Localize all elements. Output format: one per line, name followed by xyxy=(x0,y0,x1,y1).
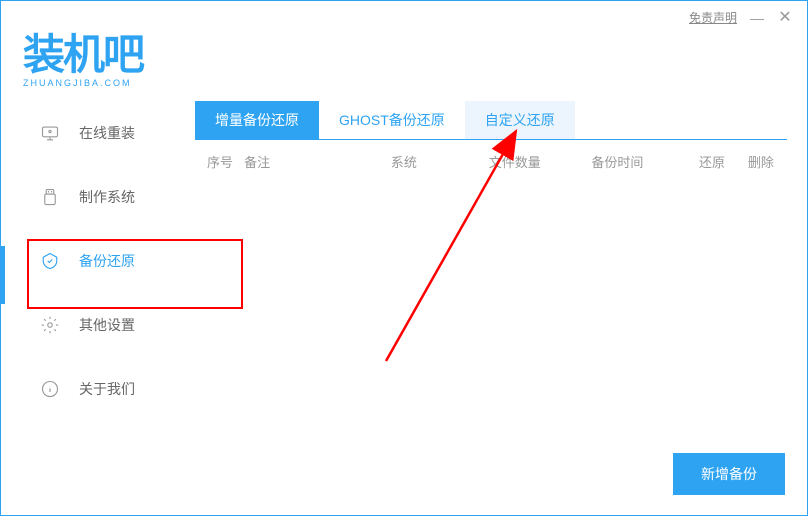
col-header-restore: 还原 xyxy=(699,152,748,171)
usb-icon xyxy=(41,188,59,206)
disclaimer-link[interactable]: 免责声明 xyxy=(689,9,737,26)
col-header-count: 文件数量 xyxy=(489,152,592,171)
sidebar-item-settings[interactable]: 其他设置 xyxy=(1,293,191,357)
tab-ghost[interactable]: GHOST备份还原 xyxy=(319,101,465,139)
sidebar-item-reinstall[interactable]: 在线重装 xyxy=(1,101,191,165)
col-header-note: 备注 xyxy=(244,152,391,171)
col-header-system: 系统 xyxy=(391,152,489,171)
col-header-time: 备份时间 xyxy=(591,152,699,171)
gear-icon xyxy=(41,316,59,334)
tab-incremental[interactable]: 增量备份还原 xyxy=(195,101,319,139)
logo-domain: ZHUANGJIBA.COM xyxy=(23,78,143,88)
monitor-icon xyxy=(41,124,59,142)
sidebar-item-label: 其他设置 xyxy=(79,315,135,335)
table-header: 序号 备注 系统 文件数量 备份时间 还原 删除 xyxy=(195,140,787,183)
logo-text: 装机吧 xyxy=(23,21,143,82)
app-logo: 装机吧 ZHUANGJIBA.COM xyxy=(23,21,143,88)
backup-icon xyxy=(41,252,59,270)
sidebar-item-label: 制作系统 xyxy=(79,187,135,207)
titlebar: 免责声明 — ✕ xyxy=(689,9,793,26)
content-area: 增量备份还原 GHOST备份还原 自定义还原 序号 备注 系统 文件数量 备份时… xyxy=(195,101,787,183)
sidebar: 在线重装 制作系统 备份还原 其他设置 关于我们 xyxy=(1,101,191,421)
close-button[interactable]: ✕ xyxy=(777,10,793,26)
info-icon xyxy=(41,380,59,398)
tabs: 增量备份还原 GHOST备份还原 自定义还原 xyxy=(195,101,787,140)
sidebar-item-label: 备份还原 xyxy=(79,251,135,271)
tab-custom[interactable]: 自定义还原 xyxy=(465,101,575,139)
window-frame: 免责声明 — ✕ 装机吧 ZHUANGJIBA.COM 在线重装 制作系统 备份… xyxy=(0,0,808,516)
col-header-index: 序号 xyxy=(195,152,244,171)
new-backup-button[interactable]: 新增备份 xyxy=(673,453,785,495)
sidebar-item-about[interactable]: 关于我们 xyxy=(1,357,191,421)
sidebar-item-create[interactable]: 制作系统 xyxy=(1,165,191,229)
col-header-delete: 删除 xyxy=(748,152,787,171)
sidebar-item-label: 关于我们 xyxy=(79,379,135,399)
sidebar-item-label: 在线重装 xyxy=(79,123,135,143)
sidebar-item-backup[interactable]: 备份还原 xyxy=(1,229,191,293)
minimize-button[interactable]: — xyxy=(749,11,765,25)
